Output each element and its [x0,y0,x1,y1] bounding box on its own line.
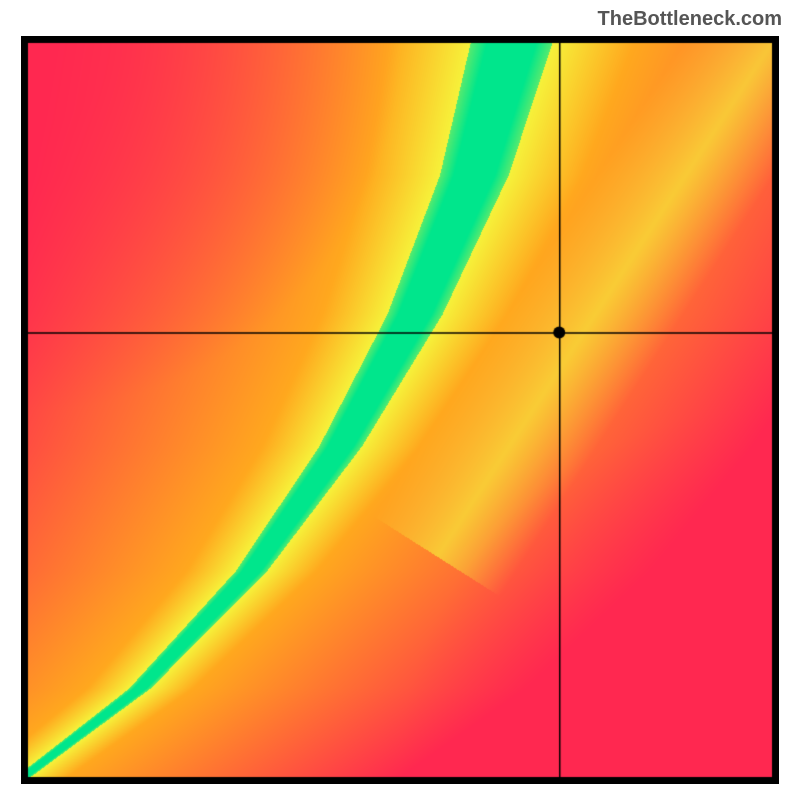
watermark-text: TheBottleneck.com [598,8,782,31]
heatmap-canvas [21,36,779,784]
chart-frame [21,36,779,784]
chart-container: TheBottleneck.com [0,0,800,800]
